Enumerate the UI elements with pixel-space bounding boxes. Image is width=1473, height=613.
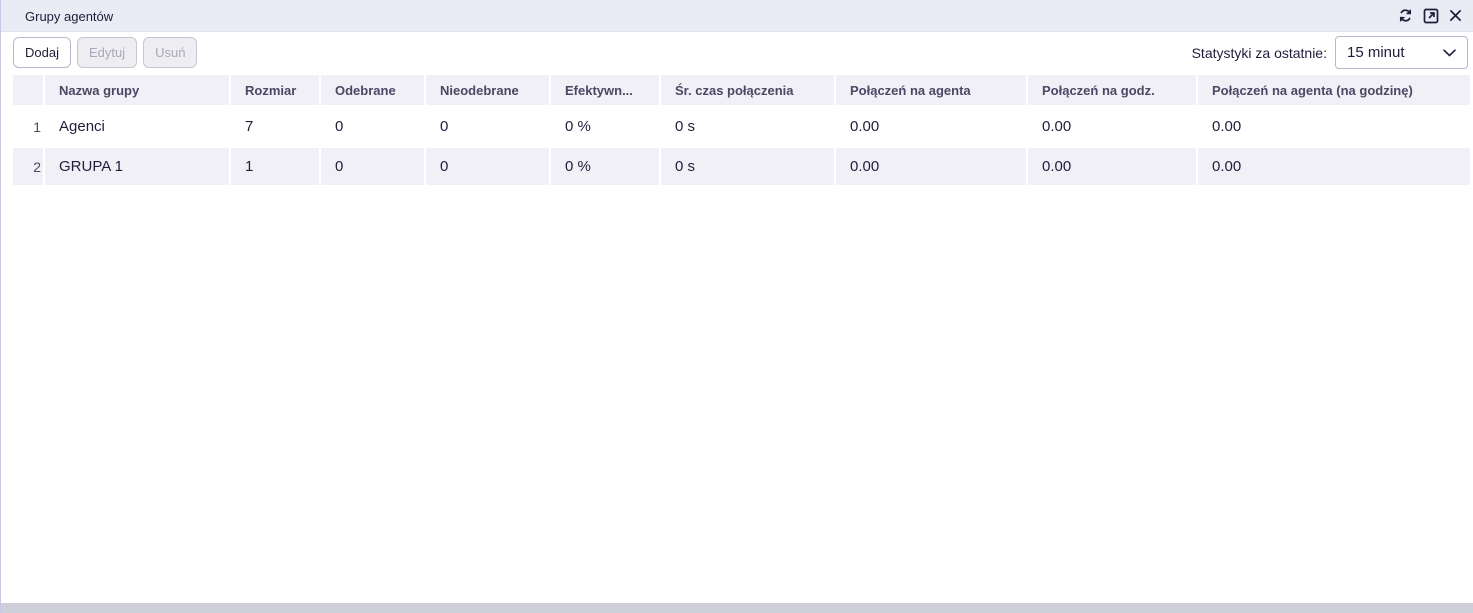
column-header[interactable]: Nieodebrane	[426, 75, 549, 105]
group-name-cell: Agenci	[59, 118, 105, 135]
title-bar: Grupy agentów	[1, 0, 1473, 32]
calls-per-hour-cell: 0.00	[1042, 118, 1072, 135]
answered-cell: 0	[321, 148, 424, 185]
unanswered-cell: 0	[426, 148, 549, 185]
stats-period: Statystyki za ostatnie: 15 minut	[1192, 36, 1468, 69]
table-row[interactable]: 2 GRUPA 1 1 0 0 0 % 0 s 0.00 0.00 0.00	[13, 148, 1470, 185]
column-header[interactable]: Połączeń na godz.	[1028, 75, 1196, 105]
calls-per-agent-cell: 0.00	[836, 148, 1026, 185]
column-header[interactable]: Rozmiar	[231, 75, 319, 105]
stats-period-value: 15 minut	[1347, 44, 1405, 61]
agent-groups-table: Nazwa grupy Rozmiar Odebrane Nieodebrane…	[13, 75, 1470, 188]
refresh-icon[interactable]	[1396, 6, 1415, 25]
column-header[interactable]: Śr. czas połączenia	[661, 75, 834, 105]
answered-cell: 0	[335, 118, 344, 135]
horizontal-scrollbar[interactable]	[1, 603, 1473, 613]
row-index: 2	[13, 148, 43, 185]
chevron-down-icon	[1443, 48, 1456, 57]
efficiency-cell: 0 %	[551, 148, 659, 185]
stats-period-select[interactable]: 15 minut	[1335, 36, 1468, 69]
avg-call-time-cell: 0 s	[661, 148, 834, 185]
toolbar: Dodaj Edytuj Usuń	[13, 37, 198, 68]
add-button[interactable]: Dodaj	[13, 37, 71, 68]
column-header[interactable]: Połączeń na agenta (na godzinę)	[1198, 75, 1470, 105]
window-controls	[1396, 6, 1465, 25]
size-cell: 1	[231, 148, 319, 185]
column-header[interactable]: Odebrane	[321, 75, 424, 105]
window-title: Grupy agentów	[25, 9, 114, 24]
efficiency-cell: 0 %	[565, 118, 591, 135]
table-header: Nazwa grupy Rozmiar Odebrane Nieodebrane…	[13, 75, 1470, 105]
avg-call-time-cell: 0 s	[675, 118, 696, 135]
column-header[interactable]: Połączeń na agenta	[836, 75, 1026, 105]
close-icon[interactable]	[1446, 6, 1465, 25]
stats-period-label: Statystyki za ostatnie:	[1191, 44, 1327, 61]
delete-button[interactable]: Usuń	[143, 37, 198, 68]
calls-per-hour-cell: 0.00	[1028, 148, 1196, 185]
calls-per-agent-hour-cell: 0.00	[1212, 118, 1242, 135]
edit-button[interactable]: Edytuj	[76, 37, 138, 68]
column-header[interactable]: Efektywn...	[551, 75, 659, 105]
group-name-cell: GRUPA 1	[45, 148, 229, 185]
popout-icon[interactable]	[1421, 6, 1440, 25]
header-index	[13, 75, 43, 105]
calls-per-agent-cell: 0.00	[850, 118, 880, 135]
agent-groups-window: Grupy agentów Dodaj Edytuj Usuń Statysty…	[0, 0, 1473, 613]
column-header[interactable]: Nazwa grupy	[45, 75, 229, 105]
calls-per-agent-hour-cell: 0.00	[1198, 148, 1470, 185]
size-cell: 7	[245, 118, 254, 135]
unanswered-cell: 0	[440, 118, 449, 135]
table-row[interactable]: 1 Agenci 7 0 0 0 % 0 s 0.00 0.00 0.00	[13, 108, 1470, 145]
row-index: 1	[33, 118, 41, 135]
